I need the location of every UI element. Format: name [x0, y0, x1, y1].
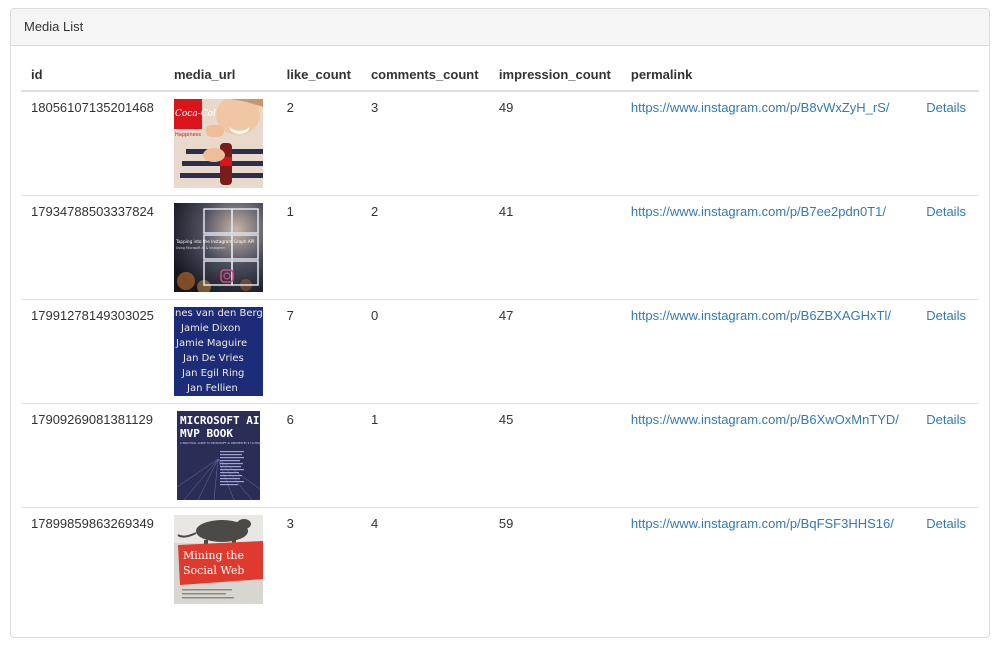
cell-permalink: https://www.instagram.com/p/B7ee2pdn0T1/ — [620, 195, 917, 300]
svg-text:Jan Fellien: Jan Fellien — [186, 383, 238, 394]
permalink-link[interactable]: https://www.instagram.com/p/B7ee2pdn0T1/ — [631, 204, 886, 219]
cell-id: 17899859863269349 — [21, 507, 164, 611]
table-row: 17934788503337824 Tapping into the Insta… — [21, 195, 979, 300]
details-link[interactable]: Details — [926, 308, 966, 323]
svg-text:MICROSOFT AI: MICROSOFT AI — [180, 414, 259, 427]
cell-permalink: https://www.instagram.com/p/B6ZBXAGHxTl/ — [620, 299, 917, 404]
svg-text:Jamie Dixon: Jamie Dixon — [180, 323, 240, 334]
svg-text:Social Web: Social Web — [183, 564, 244, 577]
details-link[interactable]: Details — [926, 100, 966, 115]
cell-media: Mining the Social Web — [163, 507, 277, 611]
svg-text:nes van den Berg: nes van den Berg — [175, 308, 263, 319]
col-header-permalink: permalink — [620, 59, 917, 92]
details-link[interactable]: Details — [926, 516, 966, 531]
cell-comments-count: 1 — [360, 403, 489, 508]
col-header-id: id — [21, 59, 164, 92]
cell-permalink: https://www.instagram.com/p/B6XwOxMnTYD/ — [620, 403, 917, 508]
media-thumbnail: MICROSOFT AI MVP BOOK A PRACTICAL GUIDE … — [173, 411, 263, 500]
cell-comments-count: 4 — [360, 507, 489, 611]
cell-like-count: 6 — [276, 403, 361, 508]
media-thumbnail: Mining the Social Web — [173, 515, 263, 604]
media-thumbnail: nes van den Berg Jamie Dixon Jamie Magui… — [173, 307, 263, 396]
permalink-link[interactable]: https://www.instagram.com/p/B6XwOxMnTYD/ — [631, 412, 899, 427]
details-link[interactable]: Details — [926, 204, 966, 219]
cell-actions: Details — [916, 507, 979, 611]
cell-impression-count: 41 — [488, 195, 621, 300]
permalink-link[interactable]: https://www.instagram.com/p/B8vWxZyH_rS/ — [631, 100, 890, 115]
cell-id: 17991278149303025 — [21, 299, 164, 404]
cell-comments-count: 2 — [360, 195, 489, 300]
cell-impression-count: 49 — [498, 100, 514, 115]
cell-comments-count: 3 — [370, 100, 379, 115]
col-header-comments-count: comments_count — [360, 59, 489, 92]
table-row: 18056107135201468 Coca-Cola Happiness 2 … — [21, 91, 979, 196]
col-header-actions — [916, 59, 979, 92]
cell-id: 18056107135201468 — [31, 100, 154, 115]
cell-media: nes van den Berg Jamie Dixon Jamie Magui… — [163, 299, 277, 404]
cell-actions: Details — [916, 91, 979, 196]
svg-text:Jamie Maguire: Jamie Maguire — [175, 338, 247, 349]
panel-title: Media List — [11, 9, 989, 46]
media-thumbnail: Coca-Cola Happiness — [173, 99, 263, 188]
media-thumbnail: Tapping into the Instagram Graph API Usi… — [173, 203, 263, 292]
cell-impression-count: 47 — [488, 299, 621, 404]
cell-actions: Details — [916, 299, 979, 404]
cell-impression-count: 59 — [488, 507, 621, 611]
cell-like-count: 1 — [276, 195, 361, 300]
cell-permalink: https://www.instagram.com/p/B8vWxZyH_rS/ — [621, 91, 916, 196]
cell-impression-count: 45 — [488, 403, 621, 508]
cell-like-count: 3 — [276, 507, 361, 611]
svg-text:Tapping into the Instagram Gra: Tapping into the Instagram Graph API — [175, 239, 255, 244]
details-link[interactable]: Details — [926, 412, 966, 427]
col-header-like-count: like_count — [276, 59, 361, 92]
svg-text:Happiness: Happiness — [175, 132, 201, 138]
cell-id: 17909269081381129 — [21, 403, 164, 508]
col-header-media-url: media_url — [163, 59, 277, 92]
svg-text:A PRACTICAL GUIDE TO MICROSOFT: A PRACTICAL GUIDE TO MICROSOFT AI CREATE… — [180, 441, 263, 445]
media-table: id media_url like_count comments_count i… — [21, 59, 979, 611]
cell-media: Coca-Cola Happiness — [164, 91, 277, 196]
cell-actions: Details — [916, 195, 979, 300]
cell-like-count: 7 — [276, 299, 361, 404]
cell-permalink: https://www.instagram.com/p/BqFSF3HHS16/ — [620, 507, 917, 611]
svg-text:Jan De Vries: Jan De Vries — [182, 353, 244, 364]
table-row: 17991278149303025 nes van den Berg Jamie… — [21, 299, 979, 404]
svg-text:MVP BOOK: MVP BOOK — [180, 427, 233, 440]
table-row: 17909269081381129 MICROSOFT AI MVP BOOK … — [21, 403, 979, 508]
svg-text:Using Microsoft AI & Instagram: Using Microsoft AI & Instagram — [176, 246, 225, 250]
svg-text:Mining the: Mining the — [183, 549, 244, 562]
permalink-link[interactable]: https://www.instagram.com/p/BqFSF3HHS16/ — [631, 516, 894, 531]
table-header-row: id media_url like_count comments_count i… — [21, 59, 979, 92]
cell-id: 17934788503337824 — [21, 195, 164, 300]
cell-actions: Details — [916, 403, 979, 508]
cell-comments-count: 0 — [360, 299, 489, 404]
permalink-link[interactable]: https://www.instagram.com/p/B6ZBXAGHxTl/ — [631, 308, 891, 323]
media-list-panel: Media List id media_url like_count comme… — [10, 8, 990, 638]
svg-text:Jan Egil Ring: Jan Egil Ring — [181, 368, 244, 379]
cell-media: MICROSOFT AI MVP BOOK A PRACTICAL GUIDE … — [163, 403, 277, 508]
table-row: 17899859863269349 Mining the Social Web — [21, 507, 979, 611]
col-header-impression-count: impression_count — [488, 59, 621, 92]
cell-media: Tapping into the Instagram Graph API Usi… — [163, 195, 277, 300]
cola-logo: Coca-Cola — [175, 109, 221, 119]
cell-like-count: 2 — [286, 100, 294, 115]
